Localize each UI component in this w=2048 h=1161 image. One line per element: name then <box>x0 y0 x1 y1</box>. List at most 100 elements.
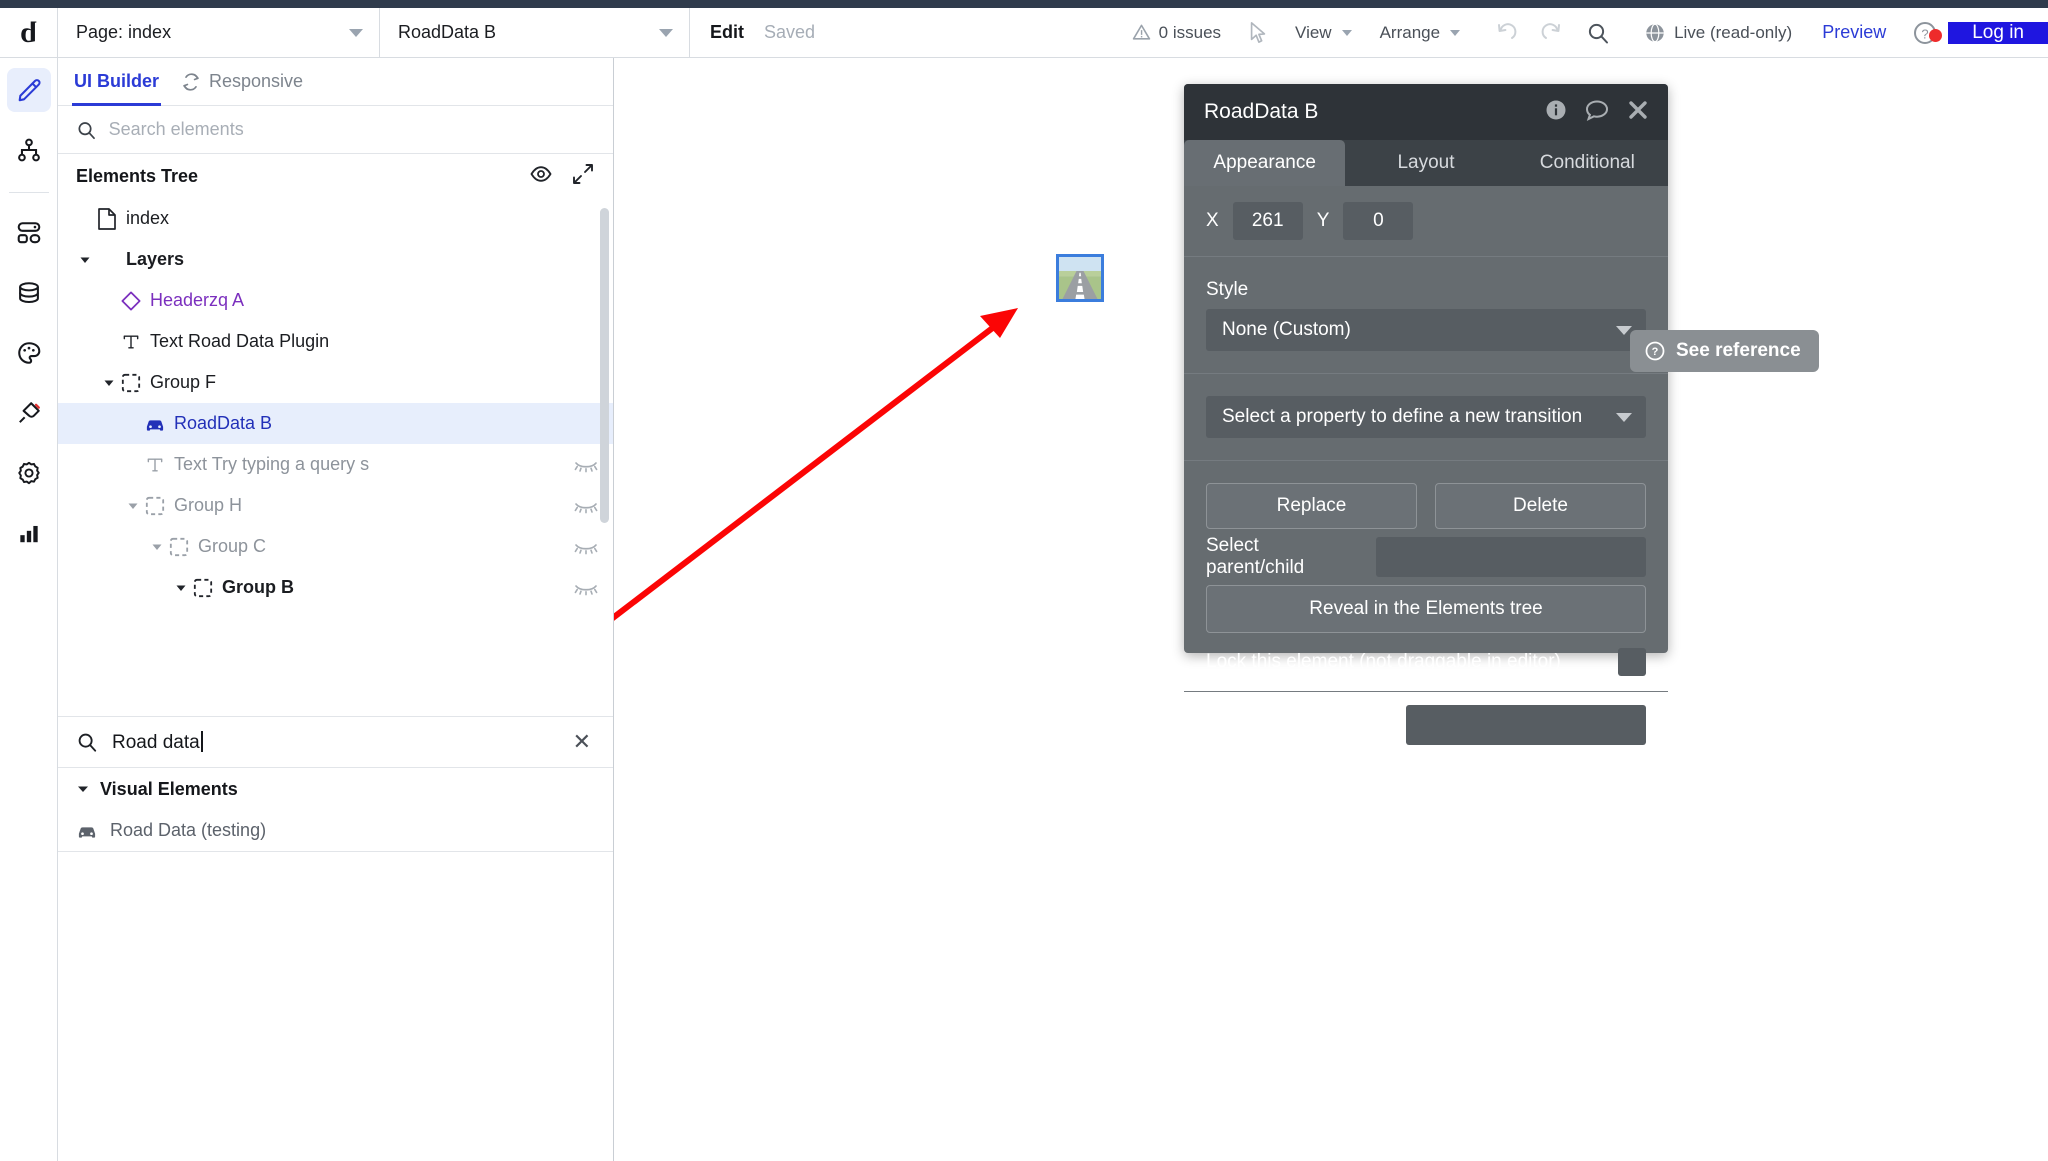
eye-icon <box>530 165 552 182</box>
rail-item-database[interactable] <box>7 271 51 315</box>
property-editor-body: X 261 Y 0 Style None (Custom) Select a p… <box>1184 186 1668 758</box>
panel-tab-bar: UI Builder Responsive <box>58 58 613 106</box>
style-dropdown[interactable]: None (Custom) <box>1206 309 1646 351</box>
tab-responsive[interactable]: Responsive <box>179 58 305 106</box>
car-icon <box>78 826 96 838</box>
panel-bottom-divider <box>58 851 613 852</box>
hidden-eye-icon[interactable] <box>573 457 599 473</box>
tree-scrollbar[interactable] <box>600 208 609 523</box>
id-attribute-input[interactable] <box>1406 705 1646 745</box>
tree-row[interactable]: Group C <box>58 526 613 567</box>
tree-row-label: Text Road Data Plugin <box>150 331 330 351</box>
tree-twisty-icon[interactable] <box>124 500 142 512</box>
edit-status-group: Edit Saved <box>690 8 835 57</box>
tree-twisty-icon[interactable] <box>76 254 94 266</box>
hidden-eye-icon[interactable] <box>573 498 599 514</box>
hidden-eye-icon[interactable] <box>573 539 599 555</box>
tab-layout-label: Layout <box>1397 152 1455 173</box>
transition-dropdown[interactable]: Select a property to define a new transi… <box>1206 396 1646 438</box>
info-button[interactable] <box>1544 98 1568 127</box>
rail-item-workflow[interactable] <box>7 128 51 172</box>
arrange-menu[interactable]: Arrange <box>1366 8 1474 57</box>
tree-row[interactable]: Group F <box>58 362 613 403</box>
tree-row[interactable]: Group B <box>58 567 613 608</box>
y-input[interactable]: 0 <box>1343 202 1414 240</box>
globe-icon <box>1646 23 1664 42</box>
search-input[interactable] <box>108 119 595 140</box>
replace-button[interactable]: Replace <box>1206 483 1417 529</box>
rail-item-data-grid[interactable] <box>7 211 51 255</box>
tree-row[interactable]: Layers <box>58 239 613 280</box>
element-selector[interactable]: RoadData B <box>380 8 690 57</box>
rail-item-styles[interactable] <box>7 331 51 375</box>
arrange-menu-label: Arrange <box>1379 22 1441 42</box>
elements-tree-actions <box>529 162 595 191</box>
comments-button[interactable] <box>1584 98 1610 127</box>
elements-tree-scroll[interactable]: index Layers Headerzq A Text Road Data Plug… <box>58 198 613 716</box>
secondary-search-row[interactable]: Road data ✕ <box>58 716 613 768</box>
view-menu[interactable]: View <box>1281 8 1366 57</box>
property-editor-title: RoadData B <box>1204 100 1319 123</box>
elements-tree-title: Elements Tree <box>76 165 199 186</box>
close-button[interactable] <box>1626 98 1650 127</box>
rail-item-settings[interactable] <box>7 451 51 495</box>
tree-row[interactable]: Headerzq A <box>58 280 613 321</box>
edit-mode-label[interactable]: Edit <box>710 22 744 43</box>
visual-elements-section[interactable]: Visual Elements <box>58 768 613 810</box>
visibility-eye-button[interactable] <box>529 162 553 191</box>
lock-element-checkbox[interactable] <box>1618 648 1646 676</box>
search-result-road-data[interactable]: Road Data (testing) <box>58 810 613 851</box>
tree-row[interactable]: Text Road Data Plugin <box>58 321 613 362</box>
see-reference-tooltip[interactable]: ? See reference <box>1630 330 1819 372</box>
tab-conditional[interactable]: Conditional <box>1507 140 1668 186</box>
tree-row-label: Text Try typing a query s <box>174 454 370 474</box>
parent-child-dropdown[interactable] <box>1376 537 1646 577</box>
parent-child-label: Select parent/child <box>1206 535 1305 578</box>
tab-ui-builder-label: UI Builder <box>74 71 160 91</box>
reveal-in-tree-button[interactable]: Reveal in the Elements tree <box>1206 585 1646 633</box>
issues-button[interactable]: 0 issues <box>1118 8 1235 57</box>
preview-button[interactable]: Preview <box>1806 22 1902 43</box>
window-title-strip <box>0 0 2048 8</box>
group-icon <box>118 373 144 393</box>
property-tab-bar: Appearance Layout Conditional <box>1184 140 1668 186</box>
hidden-eye-icon[interactable] <box>573 580 599 596</box>
bubble-logo[interactable]: b <box>0 8 58 57</box>
tab-appearance[interactable]: Appearance <box>1184 140 1346 186</box>
tree-row[interactable]: index <box>58 198 613 239</box>
help-button[interactable]: ? <box>1902 20 1948 46</box>
rail-item-logs[interactable] <box>7 511 51 555</box>
x-input[interactable]: 261 <box>1232 202 1303 240</box>
search-button[interactable] <box>1575 8 1621 57</box>
rail-item-plugins[interactable] <box>7 391 51 435</box>
redo-button[interactable] <box>1529 8 1575 57</box>
responsive-refresh-icon <box>181 72 201 92</box>
expand-tree-button[interactable] <box>571 162 595 191</box>
clear-search-icon[interactable]: ✕ <box>573 731 591 753</box>
tree-row[interactable]: RoadData B <box>58 403 613 444</box>
tree-row-label: Group H <box>174 495 243 515</box>
tab-ui-builder[interactable]: UI Builder <box>72 58 162 106</box>
expand-arrows-icon <box>573 163 593 184</box>
login-button[interactable]: Log in <box>1948 21 2048 44</box>
tree-twisty-icon[interactable] <box>172 582 190 594</box>
page-selector[interactable]: Page: index <box>58 8 380 57</box>
tree-row[interactable]: Text Try typing a query s <box>58 444 613 485</box>
tree-row[interactable]: Group H <box>58 485 613 526</box>
tree-twisty-icon[interactable] <box>100 377 118 389</box>
road-data-element[interactable] <box>1056 254 1104 302</box>
undo-button[interactable] <box>1483 8 1529 57</box>
workflow-nodes-icon <box>17 138 40 162</box>
left-icon-rail <box>0 58 58 1161</box>
ui-builder-panel: UI Builder Responsive Search elements El… <box>58 58 614 1161</box>
tab-layout[interactable]: Layout <box>1345 140 1506 186</box>
tree-twisty-icon[interactable] <box>148 541 166 553</box>
live-version-button[interactable]: Live (read-only) <box>1630 8 1806 57</box>
secondary-search-text: Road data <box>112 731 200 753</box>
plugin-plug-icon <box>18 402 40 423</box>
delete-button[interactable]: Delete <box>1435 483 1646 529</box>
cursor-tool-button[interactable] <box>1235 8 1281 57</box>
rail-item-design[interactable] <box>6 68 51 112</box>
